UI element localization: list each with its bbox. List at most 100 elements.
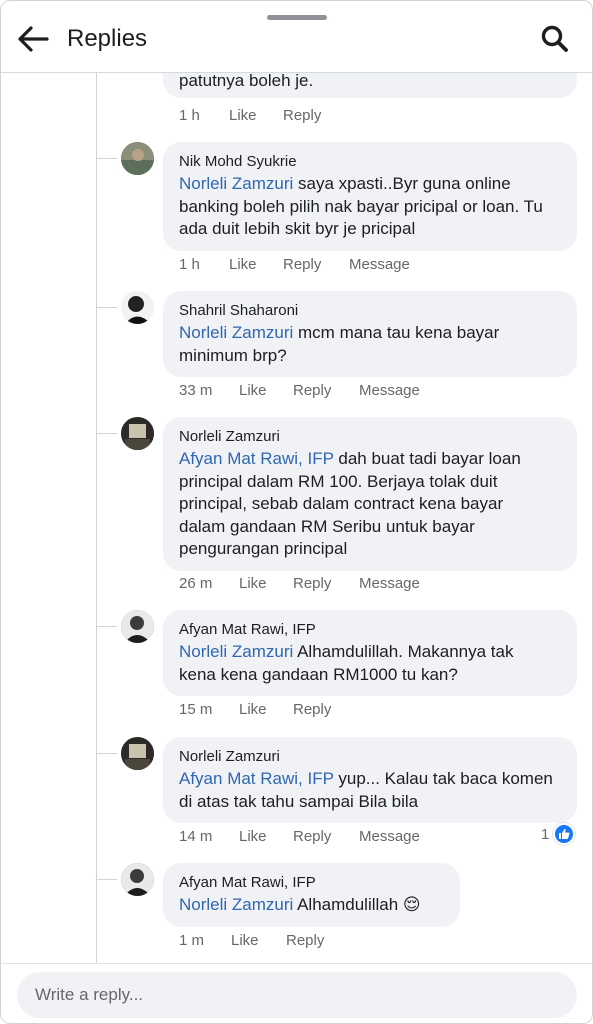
avatar-photo bbox=[121, 863, 154, 896]
comment-text: Afyan Mat Rawi, IFP yup... Kalau tak bac… bbox=[179, 768, 561, 813]
avatar[interactable] bbox=[121, 417, 154, 450]
page-title: Replies bbox=[67, 25, 148, 52]
comment-line: di atas tak tahu sampai Bila bila bbox=[179, 791, 419, 811]
like-button[interactable]: Like bbox=[231, 932, 286, 949]
reply-button[interactable]: Reply bbox=[293, 701, 331, 718]
avatar-photo bbox=[121, 291, 154, 324]
comment-actions: 1 m Like Reply bbox=[179, 932, 324, 949]
comment-time: 33 m bbox=[179, 382, 213, 399]
reply-input[interactable] bbox=[17, 972, 577, 1018]
comment-text: Norleli Zamzuri Alhamdulillah. Makannya … bbox=[179, 641, 561, 686]
avatar[interactable] bbox=[121, 291, 154, 324]
replies-screen: Replies patutnya boleh je. 1 h Like Repl… bbox=[0, 0, 593, 1024]
comment-line: saya xpasti..Byr guna online bbox=[293, 174, 511, 193]
mention-link[interactable]: Norleli Zamzuri bbox=[179, 323, 293, 342]
comment-line: minimum brp? bbox=[179, 345, 287, 365]
mention-link[interactable]: Norleli Zamzuri bbox=[179, 642, 293, 661]
thread-branch bbox=[97, 307, 117, 308]
comment-bubble[interactable]: Afyan Mat Rawi, IFP Norleli Zamzuri Alha… bbox=[163, 610, 577, 696]
reaction-summary[interactable]: 1 bbox=[541, 823, 576, 845]
comment-line: kena kena gandaan RM1000 tu kan? bbox=[179, 664, 458, 684]
comment-author[interactable]: Shahril Shaharoni bbox=[179, 300, 561, 322]
comment-text: Norleli Zamzuri saya xpasti..Byr guna on… bbox=[179, 173, 561, 241]
reply-button[interactable]: Reply bbox=[283, 107, 321, 124]
like-button[interactable]: Like bbox=[239, 701, 293, 718]
reply-button[interactable]: Reply bbox=[293, 382, 359, 399]
comment-text: Afyan Mat Rawi, IFP dah buat tadi bayar … bbox=[179, 448, 561, 561]
comment-bubble[interactable]: Afyan Mat Rawi, IFP Norleli Zamzuri Alha… bbox=[163, 863, 460, 927]
avatar[interactable] bbox=[121, 610, 154, 643]
message-button[interactable]: Message bbox=[359, 382, 420, 399]
avatar[interactable] bbox=[121, 142, 154, 175]
comment-actions: 15 m Like Reply bbox=[179, 701, 331, 718]
comment-bubble[interactable]: Nik Mohd Syukrie Norleli Zamzuri saya xp… bbox=[163, 142, 577, 251]
comment-time: 15 m bbox=[179, 701, 213, 718]
reply-button[interactable]: Reply bbox=[293, 828, 359, 845]
comment-text: Norleli Zamzuri Alhamdulillah 😌 bbox=[179, 894, 444, 917]
comment-line: dalam gandaan RM Seribu untuk bayar bbox=[179, 516, 475, 536]
comment-time: 26 m bbox=[179, 575, 213, 592]
drag-handle[interactable] bbox=[267, 15, 327, 20]
comment-author[interactable]: Norleli Zamzuri bbox=[179, 426, 561, 448]
back-button[interactable] bbox=[15, 21, 51, 57]
mention-link[interactable]: Afyan Mat Rawi, IFP bbox=[179, 769, 334, 788]
reaction-count: 1 bbox=[541, 825, 550, 843]
mention-link[interactable]: Afyan Mat Rawi, IFP bbox=[179, 449, 334, 468]
search-icon bbox=[541, 25, 568, 52]
comment-author[interactable]: Afyan Mat Rawi, IFP bbox=[179, 872, 444, 894]
reply-composer bbox=[1, 963, 592, 1023]
reply-button[interactable]: Reply bbox=[286, 932, 324, 949]
comment-line: dah buat tadi bayar loan bbox=[333, 449, 521, 468]
like-button[interactable]: Like bbox=[239, 382, 293, 399]
thread-branch bbox=[97, 158, 117, 159]
reply-thread[interactable]: patutnya boleh je. 1 h Like Reply Nik Mo… bbox=[1, 73, 592, 963]
top-bar: Replies bbox=[1, 1, 592, 73]
avatar-photo bbox=[121, 737, 154, 770]
mention-link[interactable]: Norleli Zamzuri bbox=[179, 895, 293, 914]
comment-line: principal, sebab dalam contract kena bay… bbox=[179, 494, 504, 513]
comment-actions: 14 m Like Reply Message bbox=[179, 828, 420, 845]
comment-author[interactable]: Afyan Mat Rawi, IFP bbox=[179, 619, 561, 641]
comment-bubble[interactable]: Norleli Zamzuri Afyan Mat Rawi, IFP yup.… bbox=[163, 737, 577, 823]
search-button[interactable] bbox=[537, 21, 573, 57]
reply-button[interactable]: Reply bbox=[293, 575, 359, 592]
like-button[interactable]: Like bbox=[239, 575, 293, 592]
avatar-photo bbox=[121, 142, 154, 175]
message-button[interactable]: Message bbox=[359, 575, 420, 592]
comment-text: Norleli Zamzuri mcm mana tau kena bayar m… bbox=[179, 322, 561, 367]
thread-line bbox=[96, 73, 97, 963]
comment-line: banking boleh pilih nak bayar pricipal o… bbox=[179, 196, 543, 216]
comment-line: ada duit lebih skit byr je pricipal bbox=[179, 219, 416, 238]
comment-time: 1 h bbox=[179, 256, 200, 273]
mention-link[interactable]: Norleli Zamzuri bbox=[179, 174, 293, 193]
comment-time: 1 h bbox=[179, 107, 200, 124]
avatar[interactable] bbox=[121, 737, 154, 770]
comment-time: 14 m bbox=[179, 828, 213, 845]
comment-bubble[interactable]: Norleli Zamzuri Afyan Mat Rawi, IFP dah … bbox=[163, 417, 577, 571]
comment-text: patutnya boleh je. bbox=[179, 73, 314, 90]
thread-branch bbox=[97, 433, 117, 434]
like-button[interactable]: Like bbox=[239, 828, 293, 845]
thumbs-up-icon bbox=[553, 823, 576, 845]
comment-line: mcm mana tau kena bayar bbox=[293, 323, 500, 342]
comment-line: Alhamdulillah 😌 bbox=[293, 895, 421, 914]
reply-button[interactable]: Reply bbox=[283, 256, 349, 273]
comment-actions: 26 m Like Reply Message bbox=[179, 575, 420, 592]
comment-author[interactable]: Nik Mohd Syukrie bbox=[179, 151, 561, 173]
thread-branch bbox=[97, 879, 117, 880]
arrow-left-icon bbox=[18, 26, 49, 52]
avatar-photo bbox=[121, 417, 154, 450]
like-button[interactable]: Like bbox=[229, 107, 283, 124]
comment-line: principal dalam RM 100. Berjaya tolak du… bbox=[179, 471, 498, 491]
avatar-photo bbox=[121, 610, 154, 643]
avatar[interactable] bbox=[121, 863, 154, 896]
comment-bubble: patutnya boleh je. bbox=[163, 73, 577, 98]
like-button[interactable]: Like bbox=[229, 256, 283, 273]
comment-line: Alhamdulillah. Makannya tak bbox=[293, 642, 514, 661]
comment-bubble[interactable]: Shahril Shaharoni Norleli Zamzuri mcm ma… bbox=[163, 291, 577, 377]
comment-actions: 1 h Like Reply bbox=[179, 107, 321, 124]
comment-actions: 33 m Like Reply Message bbox=[179, 382, 420, 399]
comment-author[interactable]: Norleli Zamzuri bbox=[179, 746, 561, 768]
message-button[interactable]: Message bbox=[359, 828, 420, 845]
message-button[interactable]: Message bbox=[349, 256, 410, 273]
